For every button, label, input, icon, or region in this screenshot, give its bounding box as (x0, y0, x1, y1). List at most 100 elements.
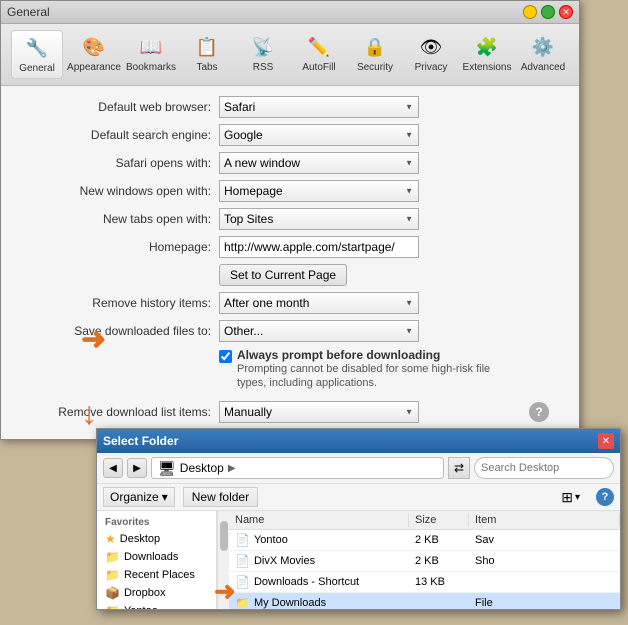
default-browser-select-wrap: Safari (219, 96, 419, 118)
set-to-page-row: Set to Current Page (21, 264, 559, 286)
remove-history-row: Remove history items: After one month (21, 292, 559, 314)
save-files-label: Save downloaded files to: (21, 324, 211, 338)
nav-forward-button[interactable]: ▶ (127, 458, 147, 478)
search-bar: 🔍 (474, 457, 614, 479)
dropbox-icon: 📦 (105, 586, 120, 600)
title-bar: General ✕ (1, 1, 579, 24)
right-arrow-annotation: ➜ (81, 322, 106, 357)
toolbar-label-rss: RSS (253, 62, 274, 73)
sidebar-item-recent[interactable]: 📁 Recent Places (97, 566, 216, 584)
file-row-divx[interactable]: 📄DivX Movies 2 KB Sho (229, 551, 620, 572)
save-files-section: ➜ Save downloaded files to: Other... Alw… (21, 320, 559, 391)
homepage-row: Homepage: (21, 236, 559, 258)
help-button[interactable]: ? (529, 402, 549, 422)
autofill-icon: ✏️ (306, 34, 332, 60)
toolbar-item-rss[interactable]: 📡 RSS (237, 30, 289, 79)
file-area: Favorites ★ Desktop 📁 Downloads 📁 Recent… (97, 511, 620, 609)
file-row-my-downloads[interactable]: 📁My Downloads File (229, 593, 620, 609)
toolbar-item-security[interactable]: 🔒 Security (349, 30, 401, 79)
sidebar-dropbox-label: Dropbox (124, 587, 166, 599)
sidebar-item-yontoo[interactable]: 📁 Yontoo (97, 602, 216, 609)
organize-arrow: ▾ (162, 490, 168, 504)
scroll-thumb (220, 521, 228, 551)
remove-download-select[interactable]: Manually (219, 401, 419, 423)
toolbar-label-tabs: Tabs (196, 62, 217, 73)
file-row-yontoo[interactable]: 📄Yontoo 2 KB Sav (229, 530, 620, 551)
view-buttons: ⊞ ▾ (561, 489, 580, 506)
folder-title-bar: Select Folder ✕ (97, 429, 620, 453)
folder-icon-recent: 📁 (105, 568, 120, 582)
search-input[interactable] (481, 462, 623, 474)
default-search-control: Google (219, 124, 559, 146)
refresh-button[interactable]: ⇄ (448, 457, 470, 479)
close-button[interactable]: ✕ (559, 5, 573, 19)
sidebar-yontoo-label: Yontoo (124, 605, 158, 609)
safari-opens-select-wrap: A new window (219, 152, 419, 174)
folder-help-button[interactable]: ? (596, 488, 614, 506)
new-windows-select[interactable]: Homepage (219, 180, 419, 202)
remove-download-row: Remove download list items: Manually ? (21, 397, 559, 423)
maximize-button[interactable] (541, 5, 555, 19)
safari-opens-row: Safari opens with: A new window (21, 152, 559, 174)
toolbar-item-autofill[interactable]: ✏️ AutoFill (293, 30, 345, 79)
bottom-right-arrow-annotation: ➜ (214, 576, 236, 607)
save-files-select[interactable]: Other... (219, 320, 419, 342)
folder-icon-yontoo: 📁 (105, 604, 120, 609)
security-icon: 🔒 (362, 34, 388, 60)
default-browser-label: Default web browser: (21, 100, 211, 114)
folder-title: Select Folder (103, 434, 178, 448)
set-to-current-page-button[interactable]: Set to Current Page (219, 264, 347, 286)
file-icon-shortcut: 📄 (235, 575, 250, 589)
default-browser-select[interactable]: Safari (219, 96, 419, 118)
col-header-name: Name (229, 513, 409, 527)
save-files-control: Other... (219, 320, 559, 342)
toolbar-item-appearance[interactable]: 🎨 Appearance (67, 30, 121, 79)
sidebar-item-downloads[interactable]: 📁 Downloads (97, 548, 216, 566)
homepage-control (219, 236, 559, 258)
toolbar-label-general: General (19, 63, 55, 74)
toolbar-item-advanced[interactable]: ⚙️ Advanced (517, 30, 569, 79)
homepage-label: Homepage: (21, 240, 211, 254)
view-arrow[interactable]: ▾ (575, 492, 580, 503)
file-list-header: Name Size Item (229, 511, 620, 530)
new-windows-select-wrap: Homepage (219, 180, 419, 202)
safari-opens-select[interactable]: A new window (219, 152, 419, 174)
toolbar-label-privacy: Privacy (415, 62, 448, 73)
new-folder-button[interactable]: New folder (183, 487, 258, 507)
toolbar-label-autofill: AutoFill (302, 62, 335, 73)
remove-download-section: ↓ Remove download list items: Manually ? (21, 397, 559, 423)
default-search-select-wrap: Google (219, 124, 419, 146)
advanced-icon: ⚙️ (530, 34, 556, 60)
remove-history-select[interactable]: After one month (219, 292, 419, 314)
default-search-select[interactable]: Google (219, 124, 419, 146)
sidebar-item-dropbox[interactable]: 📦 Dropbox (97, 584, 216, 602)
file-row-downloads-shortcut[interactable]: 📄Downloads - Shortcut 13 KB (229, 572, 620, 593)
organize-label: Organize (110, 490, 159, 504)
folder-close-button[interactable]: ✕ (598, 433, 614, 449)
toolbar-label-advanced: Advanced (521, 62, 565, 73)
remove-history-control: After one month (219, 292, 559, 314)
toolbar-item-tabs[interactable]: 📋 Tabs (181, 30, 233, 79)
new-tabs-control: Top Sites (219, 208, 559, 230)
homepage-input[interactable] (219, 236, 419, 258)
new-tabs-select[interactable]: Top Sites (219, 208, 419, 230)
bookmarks-icon: 📖 (138, 34, 164, 60)
remove-download-control: Manually (219, 401, 529, 423)
folder-toolbar: Organize ▾ New folder ⊞ ▾ ? (97, 484, 620, 511)
toolbar-item-bookmarks[interactable]: 📖 Bookmarks (125, 30, 177, 79)
path-arrow: ▶ (228, 463, 236, 474)
safari-opens-control: A new window (219, 152, 559, 174)
organize-button[interactable]: Organize ▾ (103, 487, 175, 507)
view-icon: ⊞ (561, 489, 573, 506)
default-search-label: Default search engine: (21, 128, 211, 142)
toolbar-item-extensions[interactable]: 🧩 Extensions (461, 30, 513, 79)
minimize-button[interactable] (523, 5, 537, 19)
always-prompt-checkbox[interactable] (219, 350, 232, 363)
folder-nav-bar: ◀ ▶ 🖥 Desktop ▶ ⇄ 🔍 (97, 453, 620, 484)
sidebar-item-desktop[interactable]: ★ Desktop (97, 530, 216, 548)
favorites-label: Favorites (97, 515, 216, 530)
toolbar-item-general[interactable]: 🔧 General (11, 30, 63, 79)
nav-back-button[interactable]: ◀ (103, 458, 123, 478)
privacy-icon: 👁 (418, 34, 444, 60)
toolbar-item-privacy[interactable]: 👁 Privacy (405, 30, 457, 79)
